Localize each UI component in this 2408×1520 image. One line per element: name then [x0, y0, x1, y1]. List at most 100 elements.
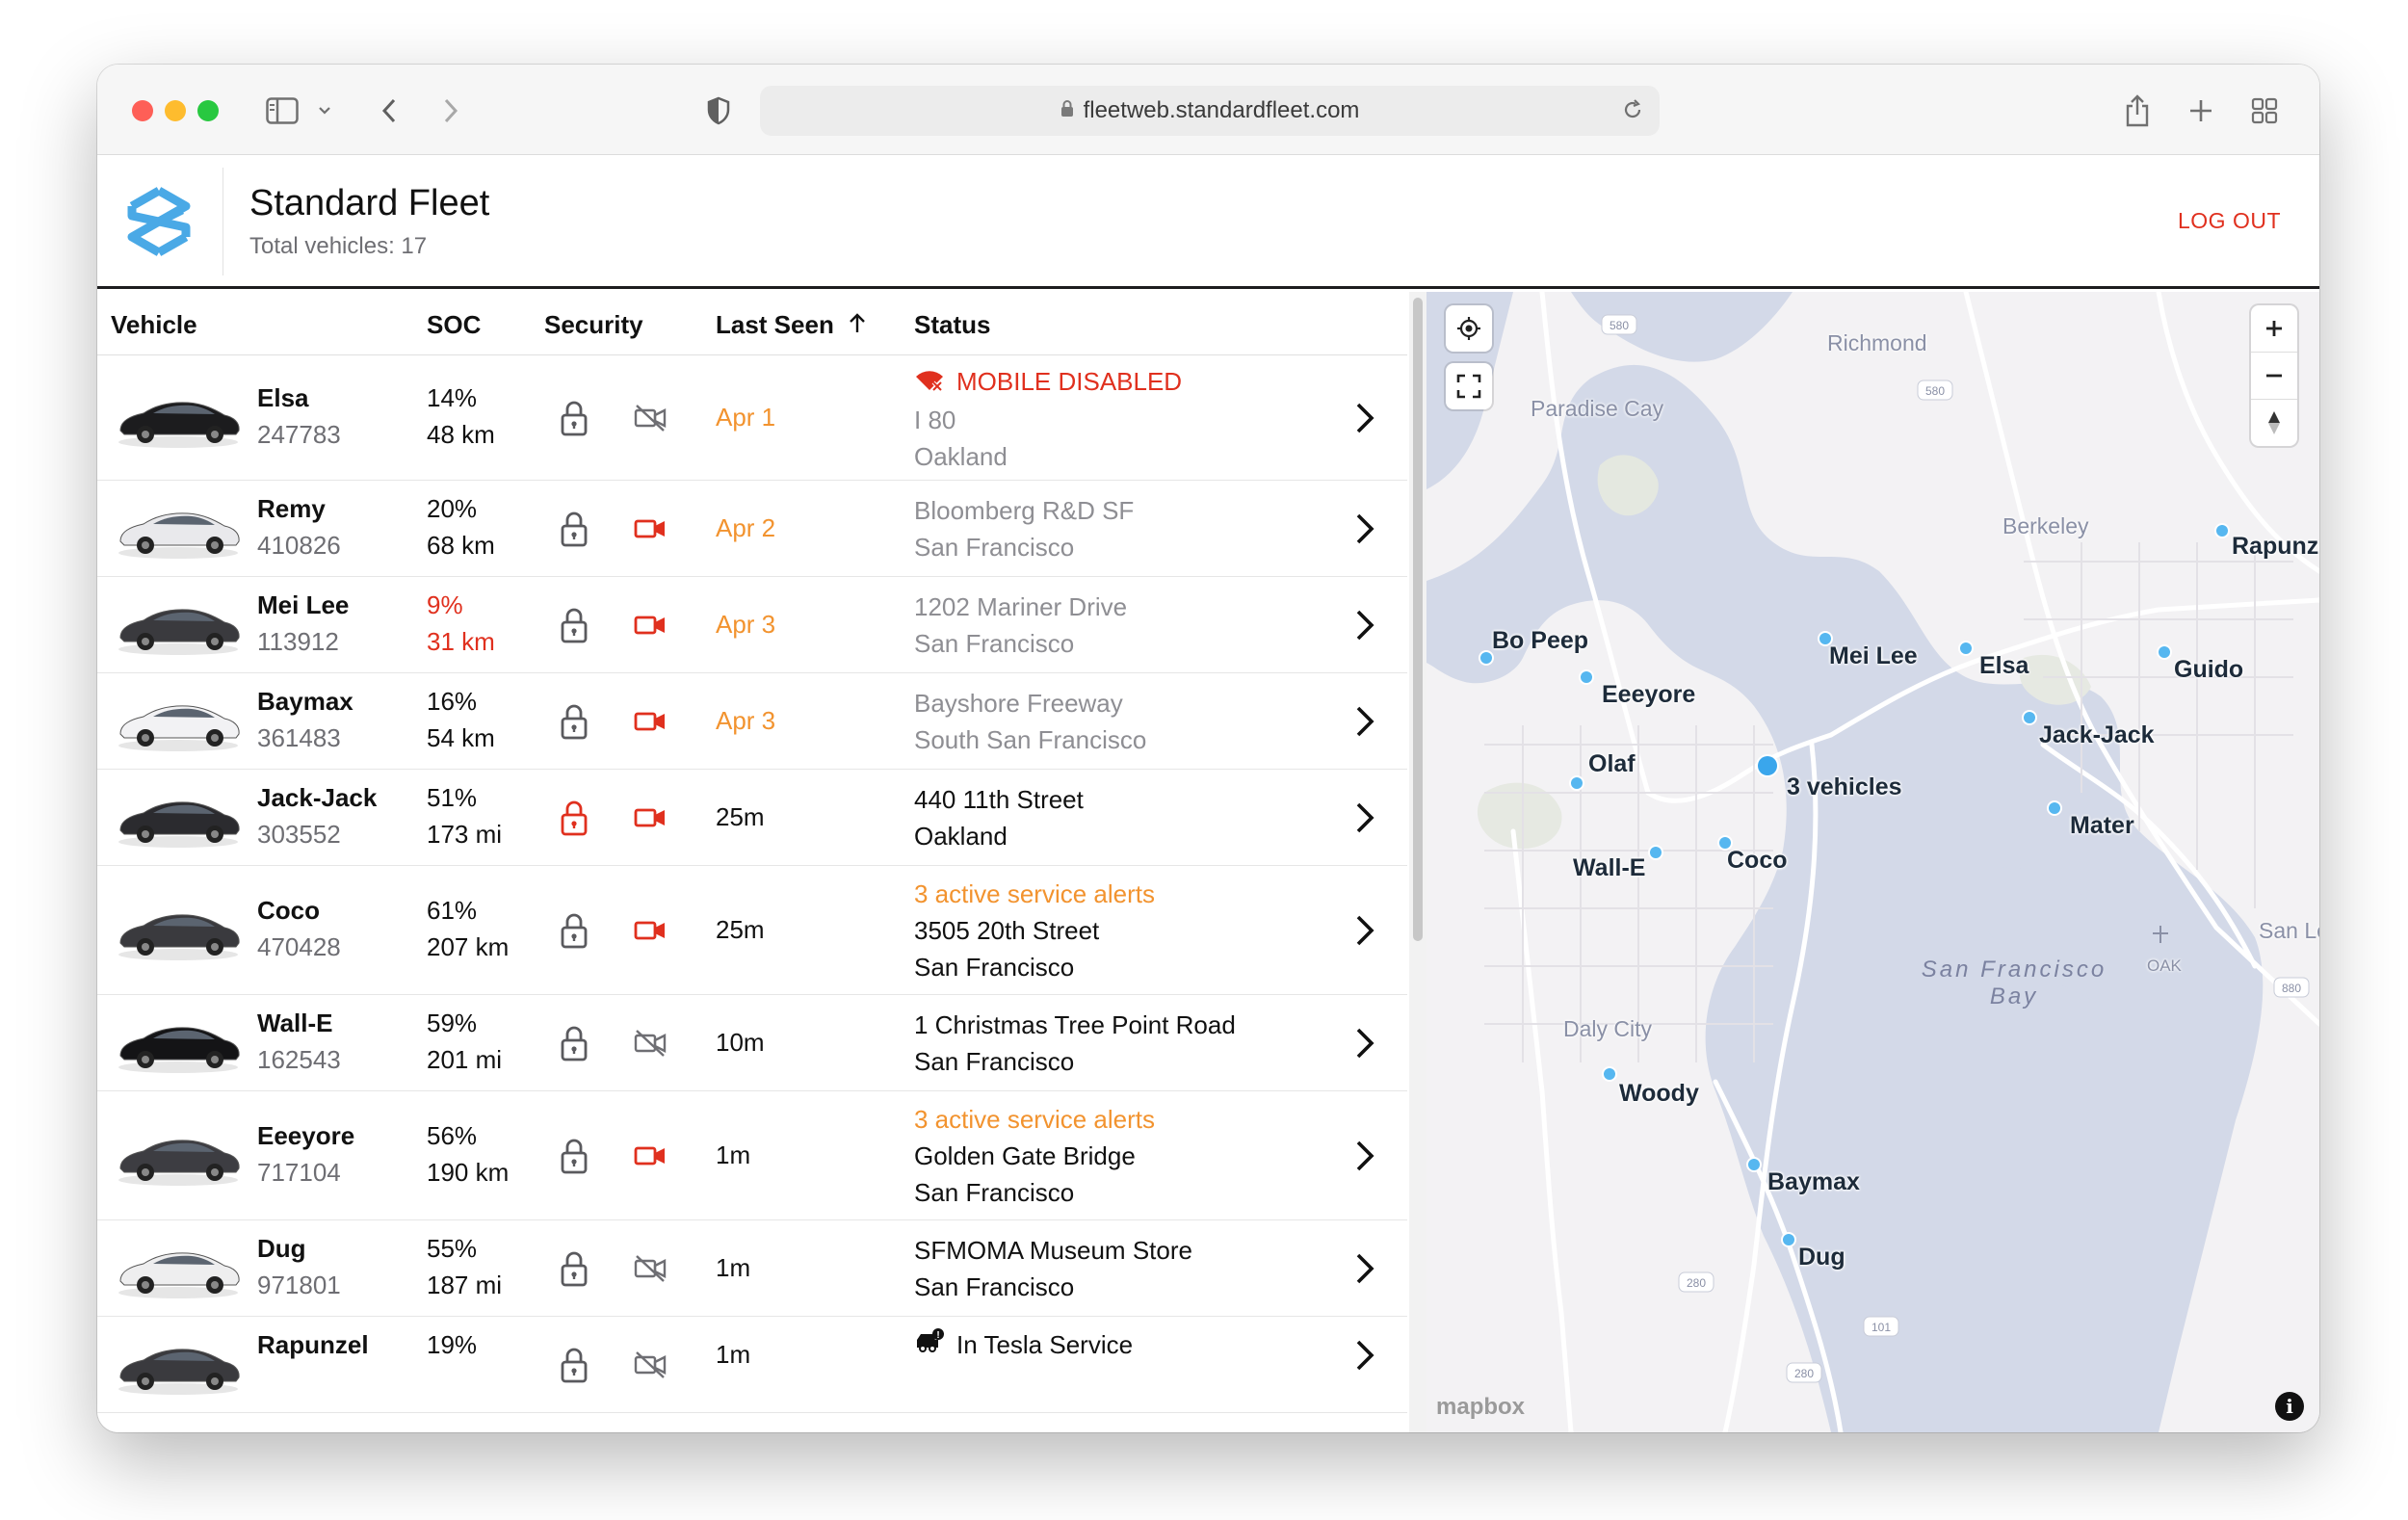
chevron-right-icon[interactable]	[1353, 1024, 1376, 1062]
mapbox-attribution[interactable]: mapbox	[1436, 1394, 1525, 1421]
vehicle-name[interactable]: Mei Lee	[257, 590, 349, 620]
map-label-guido[interactable]: Guido	[2174, 656, 2243, 684]
map-label-olaf[interactable]: Olaf	[1588, 750, 1636, 778]
locate-me-button[interactable]	[1446, 305, 1492, 352]
table-row[interactable]: Elsa 247783 14% 48 km Apr 1 MOBILE DISABLED I…	[97, 355, 1407, 481]
vehicle-name[interactable]: Elsa	[257, 383, 309, 413]
chevron-right-icon[interactable]	[1353, 510, 1376, 548]
vehicle-name[interactable]: Coco	[257, 896, 320, 926]
vehicle-name[interactable]: Baymax	[257, 687, 353, 717]
close-window-button[interactable]	[132, 100, 153, 121]
status-cell: 1202 Mariner Drive San Francisco	[914, 589, 1127, 662]
table-row[interactable]: Remy 410826 20% 68 km Apr 2 Bloomberg R&D SF…	[97, 481, 1407, 577]
map-pin-elsa[interactable]	[1960, 642, 1972, 654]
map-label-mei-lee[interactable]: Mei Lee	[1829, 642, 1918, 670]
address-bar[interactable]: fleetweb.standardfleet.com	[760, 86, 1660, 136]
map-pin-bo-peep[interactable]	[1480, 652, 1492, 664]
map-label-wall-e[interactable]: Wall-E	[1573, 854, 1645, 882]
map-label-elsa[interactable]: Elsa	[1979, 652, 2028, 680]
column-vehicle[interactable]: Vehicle	[111, 310, 197, 340]
table-row[interactable]: Mei Lee 113912 9% 31 km Apr 3 1202 Mariner D…	[97, 577, 1407, 673]
table-row[interactable]: Jack-Jack 303552 51% 173 mi 25m 440 11th Str…	[97, 770, 1407, 866]
table-row[interactable]: Baymax 361483 16% 54 km Apr 3 Bayshore Freew…	[97, 673, 1407, 770]
map-label-woody[interactable]: Woody	[1619, 1080, 1699, 1108]
new-tab-icon[interactable]	[2184, 90, 2218, 132]
soc-range: 48 km	[427, 420, 495, 449]
zoom-out-button[interactable]	[2251, 353, 2297, 399]
map-label-eeeyore[interactable]: Eeeyore	[1602, 681, 1695, 709]
reload-icon[interactable]	[1621, 98, 1644, 128]
map-pin-woody[interactable]	[1604, 1068, 1615, 1080]
column-soc[interactable]: SOC	[427, 310, 481, 340]
map-pin-cluster[interactable]	[1758, 756, 1777, 775]
info-icon[interactable]: i	[2275, 1392, 2304, 1421]
zoom-in-button[interactable]	[2251, 305, 2297, 352]
chevron-right-icon[interactable]	[1353, 702, 1376, 741]
last-seen: Apr 3	[716, 706, 776, 735]
map-label-bo-peep[interactable]: Bo Peep	[1492, 627, 1588, 655]
map-label-cluster[interactable]: 3 vehicles	[1787, 773, 1902, 801]
column-security[interactable]: Security	[544, 310, 643, 340]
vehicle-name[interactable]: Dug	[257, 1234, 306, 1264]
compass-button[interactable]	[2251, 400, 2297, 446]
fullscreen-button[interactable]	[1446, 363, 1492, 409]
chevron-down-icon[interactable]	[315, 90, 334, 132]
chevron-right-icon[interactable]	[1353, 399, 1376, 437]
logout-button[interactable]: LOG OUT	[2178, 208, 2281, 234]
map-label-coco[interactable]: Coco	[1727, 847, 1788, 875]
map-label-jack-jack[interactable]: Jack-Jack	[2039, 721, 2155, 749]
map-pin-mater[interactable]	[2049, 802, 2060, 814]
column-last-seen-label: Last Seen	[716, 310, 834, 339]
chevron-right-icon[interactable]	[1353, 606, 1376, 644]
forward-icon[interactable]	[436, 90, 465, 132]
service-alerts-link[interactable]: 3 active service alerts	[914, 1101, 1155, 1138]
scrollbar-thumb[interactable]	[1413, 298, 1423, 941]
map-pin-guido[interactable]	[2159, 646, 2170, 658]
vehicle-name[interactable]: Remy	[257, 494, 326, 524]
vehicle-name[interactable]: Wall-E	[257, 1009, 332, 1038]
map-pin-baymax[interactable]	[1748, 1159, 1760, 1170]
status-city: San Francisco	[914, 1178, 1075, 1207]
table-row[interactable]: Dug 971801 55% 187 mi 1m SFMOMA Museum Store…	[97, 1220, 1407, 1317]
standard-fleet-logo	[127, 187, 191, 256]
fullscreen-icon	[1456, 374, 1481, 399]
tab-overview-icon[interactable]	[2247, 90, 2282, 132]
chevron-right-icon[interactable]	[1353, 1137, 1376, 1175]
table-row[interactable]: Coco 470428 61% 207 km 25m 3 active service …	[97, 866, 1407, 995]
fleet-map[interactable]: 580 580 880 280 280 101 Richmond Paradis…	[1426, 292, 2319, 1432]
service-alerts-link[interactable]: 3 active service alerts	[914, 876, 1155, 912]
map-pin-rapunzel[interactable]	[2216, 525, 2228, 537]
sidebar-toggle-icon[interactable]	[263, 90, 301, 132]
status-city: South San Francisco	[914, 725, 1147, 754]
privacy-shield-icon[interactable]	[704, 90, 733, 132]
vehicle-name[interactable]: Jack-Jack	[257, 783, 377, 813]
chevron-right-icon[interactable]	[1353, 1249, 1376, 1288]
map-pin-olaf[interactable]	[1571, 777, 1583, 789]
column-last-seen[interactable]: Last Seen	[716, 310, 867, 340]
map-label-dug[interactable]: Dug	[1798, 1244, 1845, 1271]
map-pin-dug[interactable]	[1783, 1234, 1794, 1245]
vehicle-name[interactable]: Rapunzel	[257, 1330, 369, 1360]
vehicle-name[interactable]: Eeeyore	[257, 1121, 354, 1151]
map-pin-wall-e[interactable]	[1650, 847, 1662, 858]
table-row[interactable]: Eeeyore 717104 56% 190 km 1m 3 active servic…	[97, 1091, 1407, 1220]
table-row[interactable]: Rapunzel 19% 1m! In Tesla Service	[97, 1317, 1407, 1413]
back-icon[interactable]	[375, 90, 404, 132]
zoom-window-button[interactable]	[197, 100, 219, 121]
map-label-baymax[interactable]: Baymax	[1767, 1168, 1860, 1196]
chevron-right-icon[interactable]	[1353, 911, 1376, 950]
map-pin-eeeyore[interactable]	[1581, 671, 1592, 683]
map-pin-jack-jack[interactable]	[2024, 712, 2035, 723]
chevron-right-icon[interactable]	[1353, 799, 1376, 837]
map-label-rapunzel[interactable]: Rapunze	[2232, 533, 2319, 561]
map-label-mater[interactable]: Mater	[2070, 812, 2134, 840]
status-city: Oakland	[914, 822, 1008, 851]
minimize-window-button[interactable]	[165, 100, 186, 121]
column-status[interactable]: Status	[914, 310, 990, 340]
chevron-right-icon[interactable]	[1353, 1336, 1376, 1375]
table-row[interactable]: Wall-E 162543 59% 201 mi 10m 1 Christmas Tre…	[97, 995, 1407, 1091]
table-scrollbar[interactable]	[1409, 292, 1426, 1432]
share-icon[interactable]	[2120, 90, 2155, 132]
soc-percent: 56%	[427, 1121, 478, 1150]
soc-range: 201 mi	[427, 1045, 503, 1074]
